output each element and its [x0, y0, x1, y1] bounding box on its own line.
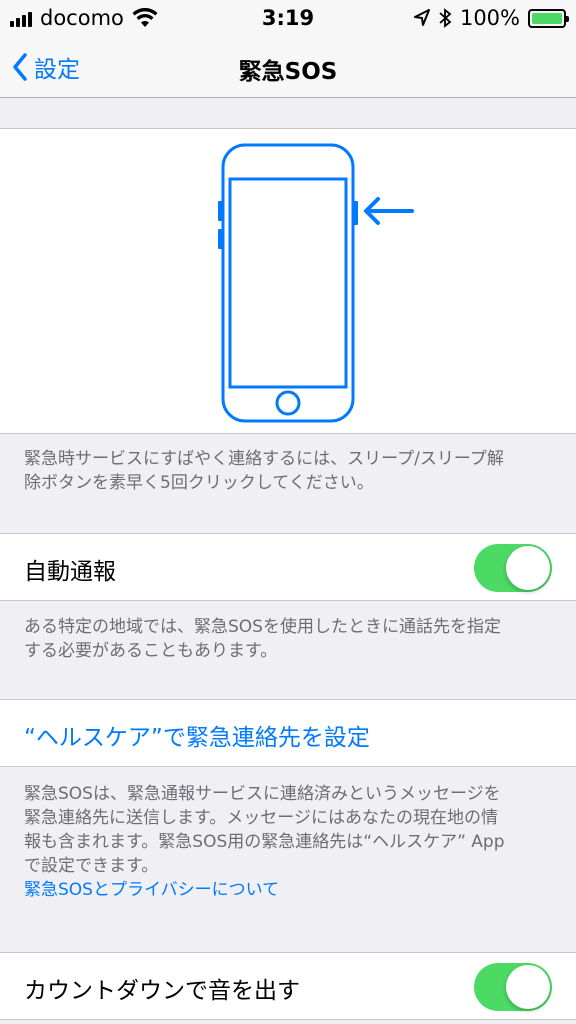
iphone-side-button-icon: [218, 143, 414, 423]
footer-line: 報も含まれます。緊急SOS用の緊急連絡先は“ヘルスケア” App: [24, 832, 505, 852]
toggle-knob: [506, 546, 550, 590]
location-icon: [413, 9, 430, 26]
page-title: 緊急SOS: [238, 59, 338, 85]
auto-call-footer: ある特定の地域では、緊急SOSを使用したときに通話先を指定 する必要があることも…: [24, 615, 554, 663]
sos-info-footer: 緊急SOSは、緊急通報サービスに連絡済みというメッセージを 緊急連絡先に送信しま…: [24, 782, 554, 902]
battery-percent: 100%: [459, 6, 520, 30]
health-contacts-cell[interactable]: “ヘルスケア”で緊急連絡先を設定: [0, 699, 576, 767]
footer-line: 除ボタンを素早く5回クリックしてください。: [24, 473, 374, 493]
navigation-bar: 設定 緊急SOS: [0, 40, 576, 98]
footer-line: する必要があることもあります。: [24, 641, 278, 661]
toggle-knob: [506, 965, 550, 1009]
countdown-sound-cell: カウントダウンで音を出す: [0, 952, 576, 1020]
footer-line: ある特定の地域では、緊急SOSを使用したときに通話先を指定: [24, 617, 501, 637]
sos-instructions-footer: 緊急時サービスにすばやく連絡するには、スリープ/スリープ解 除ボタンを素早く5回…: [24, 447, 554, 495]
privacy-link[interactable]: 緊急SOSとプライバシーについて: [24, 878, 554, 902]
bluetooth-icon: [439, 8, 452, 28]
battery-icon: [528, 8, 569, 28]
footer-line: 緊急時サービスにすばやく連絡するには、スリープ/スリープ解: [24, 449, 504, 469]
countdown-sound-toggle[interactable]: [474, 963, 552, 1011]
status-right: 100%: [413, 6, 569, 30]
auto-call-toggle[interactable]: [474, 544, 552, 592]
footer-line: 緊急SOSは、緊急通報サービスに連絡済みというメッセージを: [24, 784, 501, 804]
status-bar: docomo 3:19 100%: [0, 0, 576, 40]
battery-fill: [532, 12, 562, 24]
footer-line: で設定できます。: [24, 856, 159, 876]
countdown-sound-label: カウントダウンで音を出す: [24, 978, 300, 1004]
auto-call-label: 自動通報: [24, 559, 116, 585]
auto-call-cell: 自動通報: [0, 533, 576, 601]
health-contacts-link[interactable]: “ヘルスケア”で緊急連絡先を設定: [24, 718, 370, 752]
illustration-cell: [0, 128, 576, 434]
footer-line: 緊急連絡先に送信します。メッセージにはあなたの現在地の情: [24, 808, 498, 828]
